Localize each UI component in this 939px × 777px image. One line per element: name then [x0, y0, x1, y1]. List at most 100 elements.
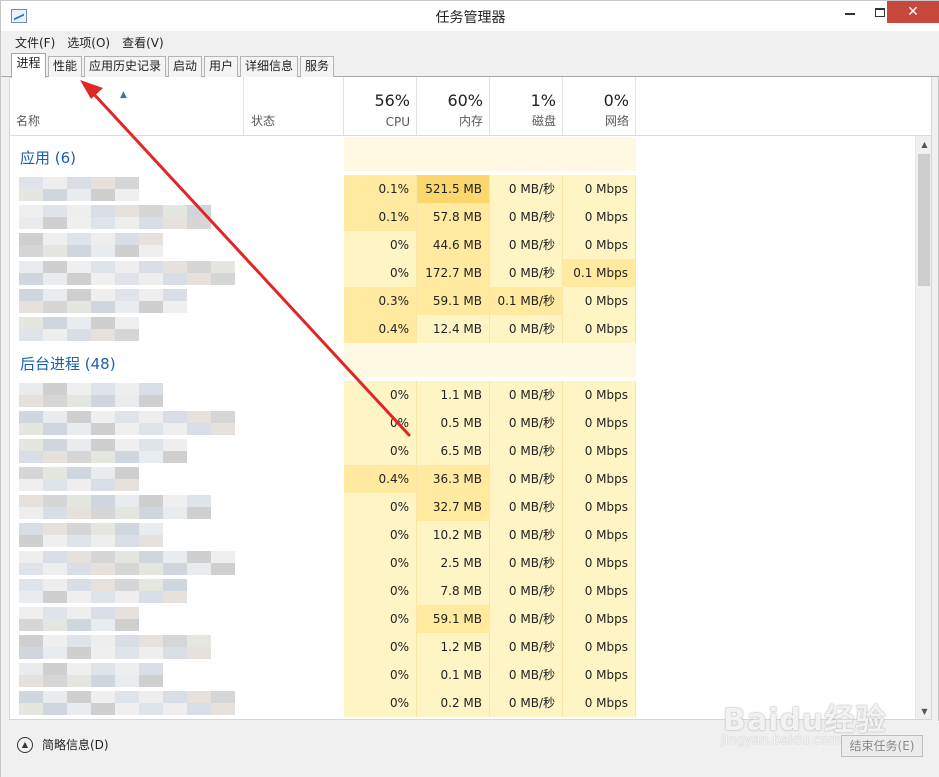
group-title: 应用 (6) — [20, 149, 77, 167]
memory-label: 内存 — [458, 114, 483, 128]
minimize-button[interactable] — [833, 1, 867, 23]
cpu-cell: 0.4% — [344, 315, 417, 343]
process-row[interactable]: 0% 7.8 MB 0 MB/秒 0 Mbps — [10, 577, 931, 605]
tab-processes[interactable]: 进程 — [11, 53, 46, 78]
process-row[interactable]: 0.3% 59.1 MB 0.1 MB/秒 0 Mbps — [10, 287, 931, 315]
tab-users[interactable]: 用户 — [204, 56, 238, 77]
blurred-process-name — [19, 233, 163, 257]
vertical-scrollbar[interactable]: ▲ ▼ — [915, 136, 931, 719]
process-row[interactable]: 0.4% 36.3 MB 0 MB/秒 0 Mbps — [10, 465, 931, 493]
process-row[interactable]: 0% 1.2 MB 0 MB/秒 0 Mbps — [10, 633, 931, 661]
memory-cell: 44.6 MB — [417, 231, 490, 259]
process-row[interactable]: 0% 44.6 MB 0 MB/秒 0 Mbps — [10, 231, 931, 259]
disk-cell: 0 MB/秒 — [490, 259, 563, 287]
disk-cell: 0.1 MB/秒 — [490, 287, 563, 315]
disk-cell: 0 MB/秒 — [490, 231, 563, 259]
window-title: 任务管理器 — [435, 10, 506, 26]
disk-cell: 0 MB/秒 — [490, 577, 563, 605]
scroll-down-arrow-icon[interactable]: ▼ — [916, 703, 931, 719]
tab-startup[interactable]: 启动 — [168, 56, 202, 77]
tab-app-history[interactable]: 应用历史记录 — [84, 56, 166, 77]
memory-cell: 59.1 MB — [417, 605, 490, 633]
scrollbar-thumb[interactable] — [918, 154, 930, 286]
group-header[interactable]: 应用 (6) — [10, 137, 931, 171]
process-row[interactable]: 0.1% 521.5 MB 0 MB/秒 0 Mbps — [10, 175, 931, 203]
cpu-cell: 0% — [344, 409, 417, 437]
memory-cell: 0.1 MB — [417, 661, 490, 689]
memory-cell: 521.5 MB — [417, 175, 490, 203]
column-name[interactable]: ▲ 名称 — [10, 77, 244, 135]
disk-cell: 0 MB/秒 — [490, 549, 563, 577]
process-row[interactable]: 0% 0.1 MB 0 MB/秒 0 Mbps — [10, 661, 931, 689]
network-cell: 0 Mbps — [563, 549, 636, 577]
menu-options[interactable]: 选项(O) — [61, 31, 116, 53]
blurred-process-name — [19, 551, 235, 575]
blurred-process-name — [19, 607, 139, 631]
blurred-process-name — [19, 691, 235, 715]
blurred-process-name — [19, 663, 163, 687]
footer-bar: ▲ 简略信息(D) 结束任务(E) — [1, 721, 939, 777]
maximize-icon — [875, 7, 885, 17]
memory-cell: 172.7 MB — [417, 259, 490, 287]
group-band — [344, 137, 636, 171]
tab-services[interactable]: 服务 — [300, 56, 334, 77]
network-cell: 0 Mbps — [563, 633, 636, 661]
title-bar: 任务管理器 ✕ — [1, 1, 939, 31]
process-row[interactable]: 0% 6.5 MB 0 MB/秒 0 Mbps — [10, 437, 931, 465]
process-row[interactable]: 0% 2.5 MB 0 MB/秒 0 Mbps — [10, 549, 931, 577]
memory-cell: 6.5 MB — [417, 437, 490, 465]
cpu-cell: 0% — [344, 633, 417, 661]
process-row[interactable]: 0% 0.2 MB 0 MB/秒 0 Mbps — [10, 689, 931, 717]
tab-details[interactable]: 详细信息 — [240, 56, 298, 77]
tab-performance[interactable]: 性能 — [48, 56, 82, 77]
group-band — [344, 343, 636, 377]
group-header[interactable]: 后台进程 (48) — [10, 343, 931, 377]
network-cell: 0 Mbps — [563, 689, 636, 717]
disk-cell: 0 MB/秒 — [490, 605, 563, 633]
column-disk[interactable]: 1% 磁盘 — [490, 77, 563, 135]
menu-view[interactable]: 查看(V) — [116, 31, 170, 53]
network-cell: 0 Mbps — [563, 381, 636, 409]
scroll-up-arrow-icon[interactable]: ▲ — [916, 136, 931, 153]
blurred-process-name — [19, 579, 187, 603]
end-task-button[interactable]: 结束任务(E) — [841, 735, 923, 757]
cpu-cell: 0% — [344, 259, 417, 287]
close-button[interactable]: ✕ — [887, 1, 939, 23]
disk-cell: 0 MB/秒 — [490, 203, 563, 231]
process-row[interactable]: 0% 1.1 MB 0 MB/秒 0 Mbps — [10, 381, 931, 409]
memory-cell: 36.3 MB — [417, 465, 490, 493]
blurred-process-name — [19, 411, 235, 435]
process-row[interactable]: 0% 32.7 MB 0 MB/秒 0 Mbps — [10, 493, 931, 521]
disk-cell: 0 MB/秒 — [490, 689, 563, 717]
menu-file[interactable]: 文件(F) — [9, 31, 61, 53]
blurred-process-name — [19, 467, 139, 491]
network-cell: 0 Mbps — [563, 465, 636, 493]
column-memory[interactable]: 60% 内存 — [417, 77, 490, 135]
cpu-cell: 0% — [344, 577, 417, 605]
memory-cell: 32.7 MB — [417, 493, 490, 521]
fewer-details-button[interactable]: ▲ 简略信息(D) — [17, 736, 109, 753]
process-row[interactable]: 0% 0.5 MB 0 MB/秒 0 Mbps — [10, 409, 931, 437]
memory-cell: 7.8 MB — [417, 577, 490, 605]
cpu-total: 56% — [374, 91, 410, 110]
process-row[interactable]: 0% 172.7 MB 0 MB/秒 0.1 Mbps — [10, 259, 931, 287]
process-row[interactable]: 0% 10.2 MB 0 MB/秒 0 Mbps — [10, 521, 931, 549]
process-row[interactable]: 0.1% 57.8 MB 0 MB/秒 0 Mbps — [10, 203, 931, 231]
process-row[interactable]: 0.4% 12.4 MB 0 MB/秒 0 Mbps — [10, 315, 931, 343]
column-network[interactable]: 0% 网络 — [563, 77, 636, 135]
disk-cell: 0 MB/秒 — [490, 409, 563, 437]
blurred-process-name — [19, 261, 235, 285]
cpu-cell: 0% — [344, 437, 417, 465]
memory-cell: 1.2 MB — [417, 633, 490, 661]
network-cell: 0 Mbps — [563, 175, 636, 203]
memory-cell: 2.5 MB — [417, 549, 490, 577]
column-cpu[interactable]: 56% CPU — [344, 77, 417, 135]
blurred-process-name — [19, 635, 211, 659]
column-status[interactable]: 状态 — [244, 77, 344, 135]
process-row[interactable]: 0% 59.1 MB 0 MB/秒 0 Mbps — [10, 605, 931, 633]
network-total: 0% — [603, 91, 629, 110]
disk-cell: 0 MB/秒 — [490, 661, 563, 689]
memory-cell: 0.2 MB — [417, 689, 490, 717]
cpu-cell: 0% — [344, 605, 417, 633]
cpu-cell: 0% — [344, 689, 417, 717]
